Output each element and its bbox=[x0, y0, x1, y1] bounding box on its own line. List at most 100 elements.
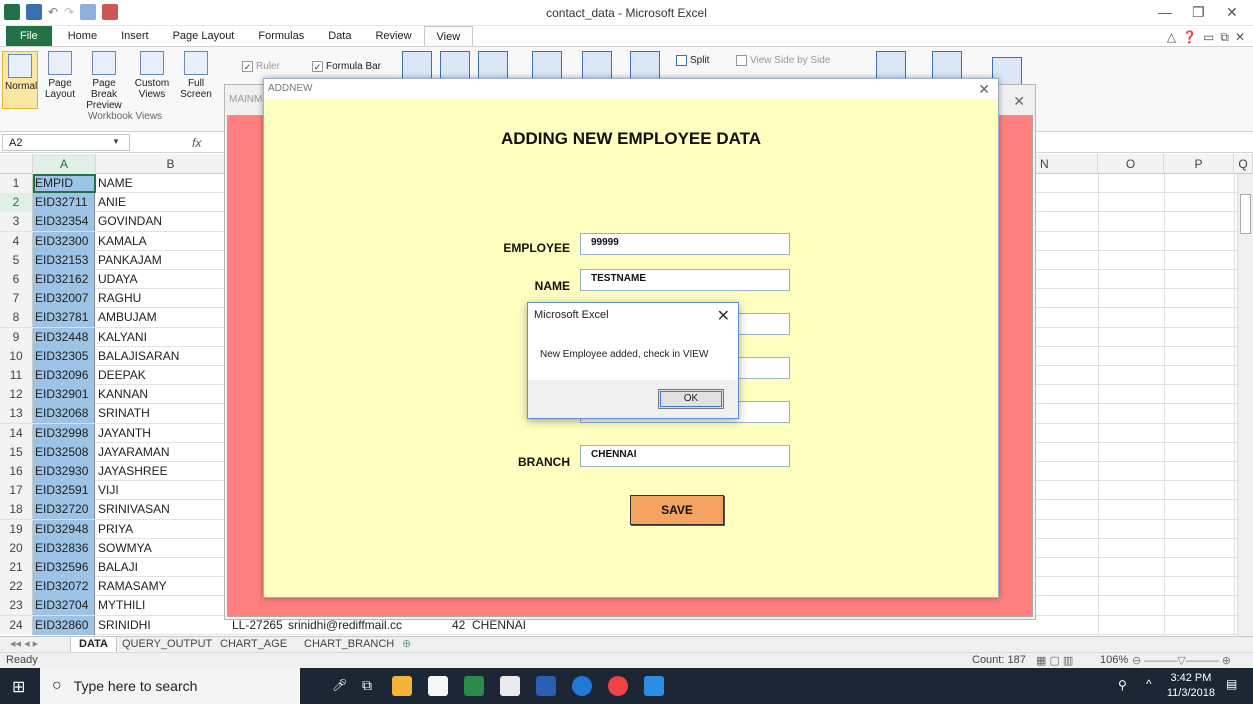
message-box-close-icon[interactable]: ✕ bbox=[717, 306, 730, 326]
name-box[interactable]: A2 bbox=[2, 134, 130, 151]
freeze-panes-icon[interactable] bbox=[630, 51, 660, 81]
cell-name[interactable]: BALAJI bbox=[96, 558, 226, 577]
row-header[interactable]: 14 bbox=[0, 423, 33, 443]
ok-button[interactable]: OK bbox=[658, 389, 724, 409]
sheet-nav-arrows-icon[interactable]: ◂◂ ◂ ▸ bbox=[2, 637, 46, 653]
cell-empid[interactable]: EID32591 bbox=[33, 481, 95, 501]
cell-empid[interactable]: EID32508 bbox=[33, 442, 95, 462]
cell-branch-24[interactable]: CHENNAI bbox=[472, 618, 526, 632]
tab-formulas[interactable]: Formulas bbox=[246, 26, 316, 46]
cell-empid[interactable]: EID32930 bbox=[33, 462, 95, 481]
row-header[interactable]: 6 bbox=[0, 270, 33, 289]
cell-c24[interactable]: LL-27265 bbox=[232, 618, 283, 632]
cell-empid[interactable]: EID32153 bbox=[33, 250, 95, 270]
employee-input[interactable]: 99999 bbox=[580, 233, 790, 255]
full-screen-button[interactable]: Full Screen bbox=[176, 51, 216, 100]
cell-name[interactable]: RAGHU bbox=[96, 289, 226, 308]
sheet-tab-chart-branch[interactable]: CHART_BRANCH bbox=[296, 637, 402, 653]
file-explorer-icon[interactable] bbox=[392, 676, 412, 696]
row-header[interactable]: 15 bbox=[0, 442, 33, 462]
people-icon[interactable]: ⚲ bbox=[1118, 678, 1127, 692]
restore-workbook-icon[interactable]: ⧉ bbox=[1220, 30, 1229, 45]
column-header-q[interactable]: Q bbox=[1234, 154, 1253, 174]
tab-data[interactable]: Data bbox=[316, 26, 363, 46]
normal-view-button[interactable]: Normal bbox=[2, 51, 38, 109]
help-icon[interactable]: ❓ bbox=[1182, 30, 1197, 45]
cell-name[interactable]: SOWMYA bbox=[96, 539, 226, 558]
row-header[interactable]: 18 bbox=[0, 500, 33, 520]
tab-insert[interactable]: Insert bbox=[109, 26, 161, 46]
edge-icon[interactable] bbox=[572, 676, 592, 696]
zoom-slider[interactable]: ⊖ ———▽——— ⊕ bbox=[1132, 654, 1231, 667]
column-header-o[interactable]: O bbox=[1098, 154, 1164, 174]
cell-empid[interactable]: EID32596 bbox=[33, 558, 95, 577]
cell-name[interactable]: SRINIDHI bbox=[96, 616, 226, 635]
custom-views-button[interactable]: Custom Views bbox=[132, 51, 172, 100]
minimize-workbook-icon[interactable]: ▭ bbox=[1203, 30, 1214, 45]
cell-name[interactable]: DEEPAK bbox=[96, 366, 226, 385]
cell-empid[interactable]: EID32948 bbox=[33, 519, 95, 539]
row-header[interactable]: 13 bbox=[0, 404, 33, 424]
scroll-thumb[interactable] bbox=[1240, 194, 1251, 234]
cell-empid[interactable]: EID32901 bbox=[33, 385, 95, 405]
cell-name[interactable]: JAYANTH bbox=[96, 424, 226, 443]
row-header[interactable]: 1 bbox=[0, 174, 33, 193]
save-workspace-icon[interactable] bbox=[876, 51, 906, 81]
store-icon[interactable] bbox=[428, 676, 448, 696]
row-header[interactable]: 11 bbox=[0, 366, 33, 385]
sheet-tab-chart-age[interactable]: CHART_AGE bbox=[212, 637, 295, 653]
row-header[interactable]: 21 bbox=[0, 558, 33, 577]
mail-icon[interactable] bbox=[500, 676, 520, 696]
cell-empid[interactable]: EID32720 bbox=[33, 500, 95, 520]
row-header[interactable]: 24 bbox=[0, 615, 33, 635]
ruler-checkbox[interactable]: ✓ Ruler bbox=[242, 61, 280, 72]
cell-age-24[interactable]: 42 bbox=[452, 618, 465, 632]
cell-name[interactable]: RAMASAMY bbox=[96, 577, 226, 596]
tab-file[interactable]: File bbox=[6, 26, 52, 46]
chevron-up-icon[interactable]: ^ bbox=[1146, 677, 1152, 691]
row-header[interactable]: 12 bbox=[0, 385, 33, 405]
cell-empid[interactable]: EID32068 bbox=[33, 404, 95, 424]
select-all-corner[interactable] bbox=[0, 154, 33, 174]
restore-icon[interactable]: ❐ bbox=[1192, 4, 1205, 21]
cell-email-24[interactable]: srinidhi@rediffmail.cc bbox=[288, 618, 402, 632]
row-header[interactable]: 8 bbox=[0, 308, 33, 328]
new-sheet-icon[interactable]: ⊕ bbox=[394, 637, 419, 653]
cell-empid[interactable]: EID32305 bbox=[33, 346, 95, 366]
close-icon[interactable]: ✕ bbox=[1226, 4, 1238, 21]
task-view-icon[interactable]: ⧉ bbox=[362, 677, 372, 694]
close-workbook-icon[interactable]: ✕ bbox=[1235, 30, 1245, 45]
zoom-level[interactable]: 106% bbox=[1100, 654, 1128, 666]
view-side-by-side-button[interactable]: View Side by Side bbox=[736, 55, 830, 66]
view-buttons-icon[interactable]: ▦ ▢ ▥ bbox=[1036, 654, 1073, 667]
fx-icon[interactable]: fx bbox=[192, 136, 201, 150]
windows-start-icon[interactable]: ⊞ bbox=[12, 677, 25, 697]
taskbar-search[interactable]: ○ Type here to search bbox=[40, 668, 300, 704]
cell-name[interactable]: NAME bbox=[96, 174, 226, 193]
cell-name[interactable]: AMBUJAM bbox=[96, 308, 226, 327]
row-header[interactable]: 19 bbox=[0, 519, 33, 539]
clock[interactable]: 3:42 PM 11/3/2018 bbox=[1167, 671, 1215, 701]
cell-empid[interactable]: EID32998 bbox=[33, 423, 95, 443]
cell-empid[interactable]: EID32072 bbox=[33, 577, 95, 597]
name-input[interactable]: TESTNAME bbox=[580, 269, 790, 291]
cell-name[interactable]: SRINATH bbox=[96, 404, 226, 423]
row-header[interactable]: 3 bbox=[0, 212, 33, 232]
microphone-icon[interactable]: 🎤︎ bbox=[332, 678, 347, 692]
row-header[interactable]: 20 bbox=[0, 538, 33, 558]
word-icon[interactable] bbox=[536, 676, 556, 696]
zoom-icon[interactable] bbox=[402, 51, 432, 81]
cell-empid[interactable]: EID32711 bbox=[33, 193, 95, 213]
save-button[interactable]: SAVE bbox=[630, 495, 724, 525]
excel-taskbar-icon[interactable] bbox=[464, 676, 484, 696]
minimize-icon[interactable]: — bbox=[1158, 4, 1172, 20]
chrome-icon[interactable] bbox=[608, 676, 628, 696]
zoom-selection-icon[interactable] bbox=[478, 51, 508, 81]
cell-empid[interactable]: EID32860 bbox=[33, 615, 95, 635]
cell-name[interactable]: SRINIVASAN bbox=[96, 500, 226, 519]
main-menu-close-icon[interactable]: ✕ bbox=[1013, 93, 1025, 110]
cell-name[interactable]: JAYASHREE bbox=[96, 462, 226, 481]
row-header[interactable]: 22 bbox=[0, 577, 33, 597]
row-header[interactable]: 16 bbox=[0, 462, 33, 481]
arrange-all-icon[interactable] bbox=[582, 51, 612, 81]
